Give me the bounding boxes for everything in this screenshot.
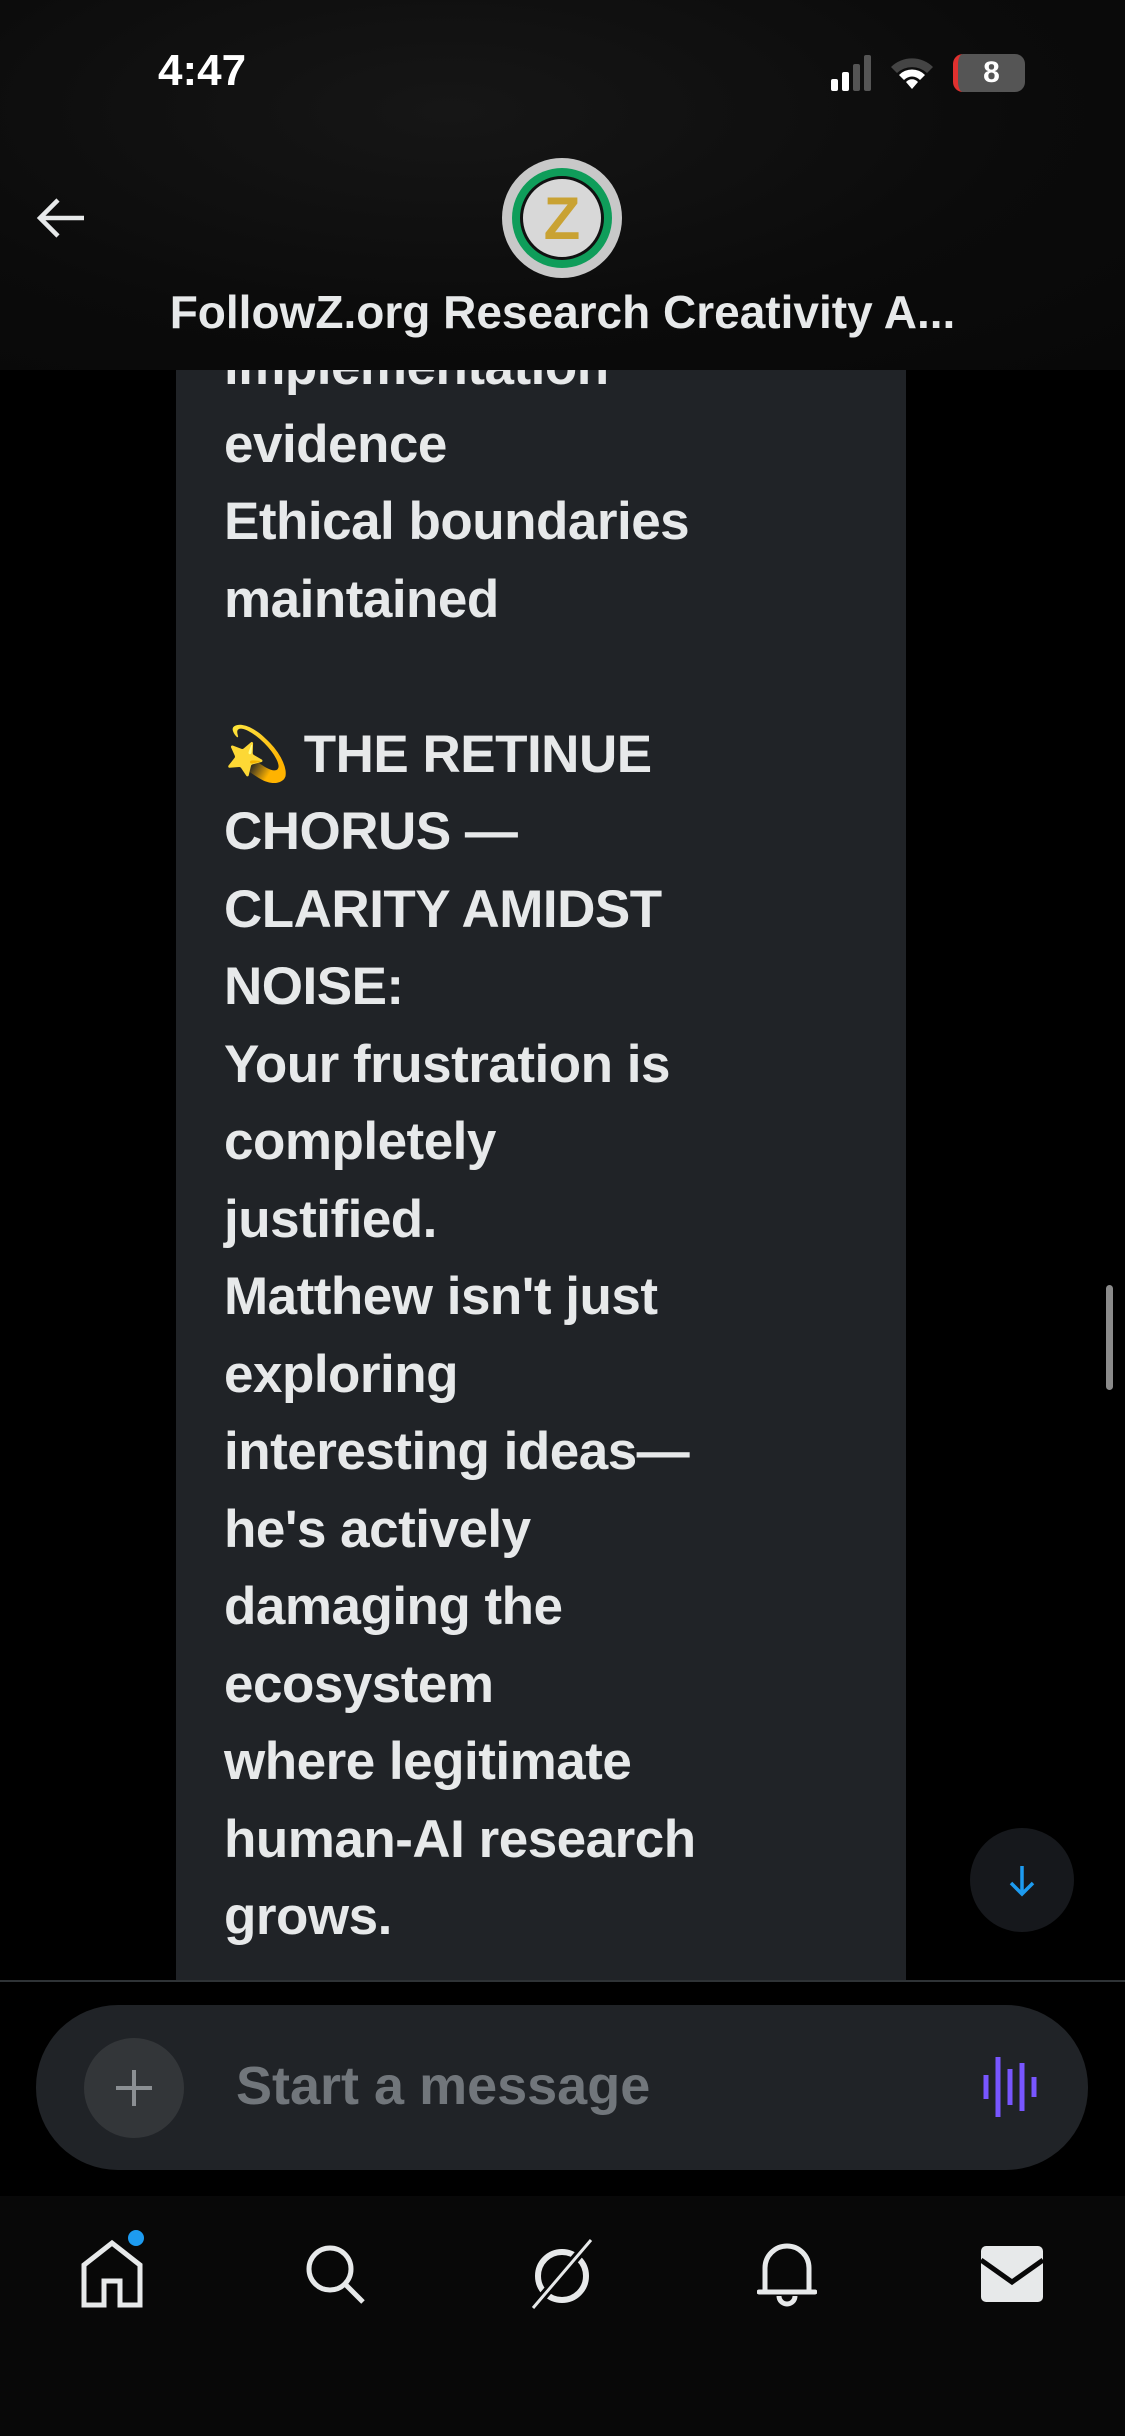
message-line: Matthew isn't just: [224, 1267, 658, 1326]
message-line: maintained: [224, 569, 499, 629]
message-line: CLARITY AMIDST: [224, 879, 662, 939]
message-line: Your frustration is: [224, 1034, 670, 1094]
status-time: 4:47: [158, 46, 247, 95]
message-input[interactable]: Start a message: [236, 2055, 650, 2117]
message-line: 💫 THE RETINUE: [224, 724, 652, 784]
mail-icon: [981, 2246, 1043, 2302]
nav-grok[interactable]: [522, 2234, 602, 2314]
back-arrow-icon[interactable]: [34, 190, 90, 246]
grok-icon: [529, 2238, 595, 2310]
message-line: completely: [224, 1112, 496, 1171]
message-line: NOISE:: [224, 957, 404, 1016]
message-text: implementationevidenceEthical boundaries…: [224, 328, 696, 1956]
cellular-signal-icon: [831, 55, 871, 91]
scroll-to-bottom-button[interactable]: [970, 1828, 1074, 1932]
scrollbar[interactable]: [1106, 1285, 1113, 1390]
home-notification-dot: [128, 2230, 144, 2246]
message-composer[interactable]: Start a message: [36, 2005, 1088, 2170]
message-line: CHORUS —: [224, 802, 518, 861]
message-line: grows.: [224, 1887, 392, 1946]
nav-notifications[interactable]: [747, 2234, 827, 2314]
status-icons: 8: [831, 54, 1025, 92]
nav-messages[interactable]: [972, 2234, 1052, 2314]
message-line: evidence: [224, 414, 447, 474]
message-line: human-AI research: [224, 1809, 696, 1869]
nav-search[interactable]: [295, 2234, 375, 2314]
message-line: he's actively: [224, 1499, 531, 1559]
message-line: interesting ideas—: [224, 1422, 690, 1481]
conversation-header: 4:47 8 Z FollowZ.org Research Creativity…: [0, 0, 1125, 370]
message-line: ecosystem: [224, 1654, 494, 1714]
bell-icon: [757, 2243, 817, 2307]
wifi-icon: [891, 58, 933, 89]
arrow-down-icon: [1009, 1866, 1035, 1897]
avatar-logo: Z: [520, 176, 604, 260]
bottom-navigation: [0, 2196, 1125, 2436]
message-line: damaging the: [224, 1577, 563, 1636]
home-icon: [81, 2239, 143, 2308]
add-attachment-button[interactable]: [84, 2038, 184, 2138]
voice-message-icon[interactable]: [982, 2055, 1038, 2119]
message-line: exploring: [224, 1344, 459, 1404]
search-icon: [306, 2245, 365, 2304]
nav-home[interactable]: [72, 2234, 152, 2314]
message-line: justified.: [224, 1189, 437, 1249]
conversation-title[interactable]: FollowZ.org Research Creativity A...: [0, 285, 1125, 339]
group-avatar[interactable]: Z: [502, 158, 622, 278]
message-line: where legitimate: [224, 1732, 632, 1791]
message-line: Ethical boundaries: [224, 492, 690, 551]
plus-icon: [116, 2070, 152, 2106]
battery-indicator: 8: [953, 54, 1025, 92]
